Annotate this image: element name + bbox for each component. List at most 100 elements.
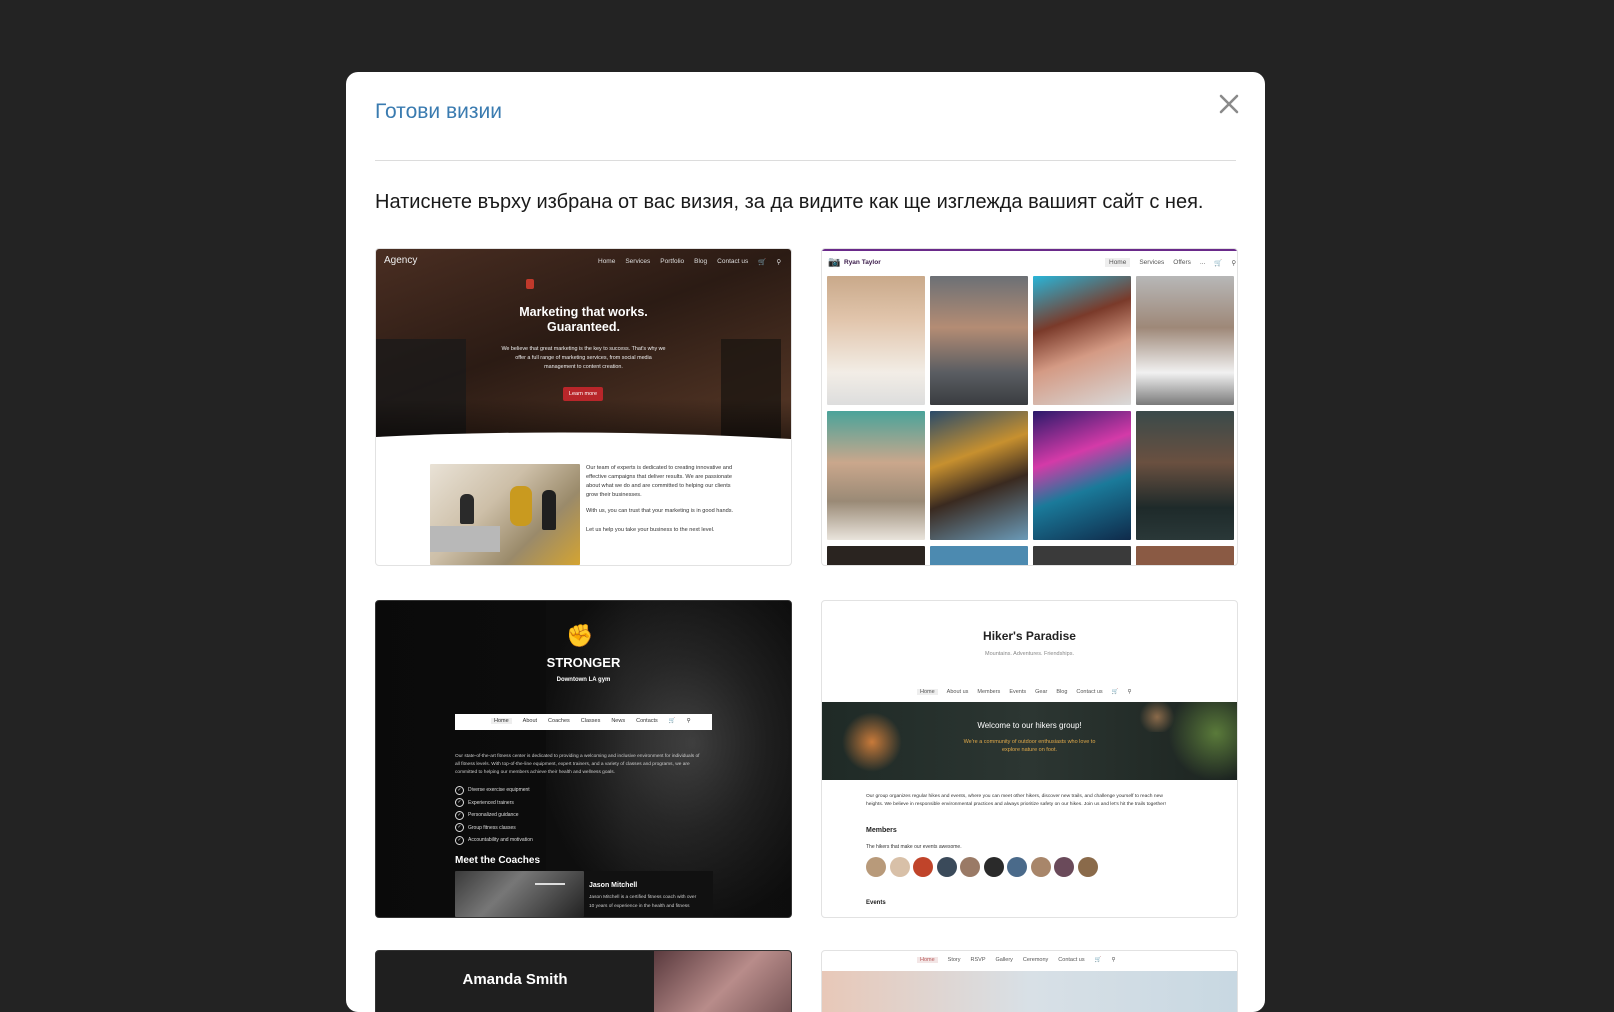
gallery-photo	[930, 411, 1028, 540]
singer-name: Amanda Smith	[462, 971, 568, 988]
agency-subtext-3: management to content creation.	[544, 364, 623, 370]
hikers-para-1: Our group organizes regular hikes and ev…	[866, 794, 1163, 799]
hikers-title: Hiker's Paradise	[983, 629, 1076, 643]
nav-item: Home	[491, 718, 512, 724]
gallery-photo	[1033, 546, 1131, 565]
nav-item: Gallery	[995, 957, 1013, 963]
nav-item: Portfolio	[660, 258, 685, 265]
avatar	[1030, 857, 1051, 877]
nav-item: Blog	[694, 258, 708, 265]
theme-card-hikers[interactable]: Hiker's Paradise Mountains. Adventures. …	[821, 600, 1238, 918]
photographer-nav: Home Services Offers ... 🛒 ⚲	[1105, 258, 1237, 267]
feature-label: Personalized guidance	[468, 812, 519, 819]
avatar	[866, 857, 886, 877]
feature-item: ✓ Diverse exercise equipment	[455, 784, 533, 797]
gallery-photo	[1033, 276, 1131, 405]
agency-nav: Home Services Portfolio Blog Contact us …	[598, 258, 781, 266]
nav-item: News	[611, 718, 626, 724]
flexing-arm-icon: ✊	[566, 623, 594, 648]
hikers-subtitle: Mountains. Adventures. Friendships.	[985, 651, 1074, 657]
gallery-photo	[1033, 411, 1131, 540]
nav-item: Ceremony	[1022, 957, 1049, 963]
avatar	[983, 857, 1004, 877]
theme-card-agency[interactable]: Agency Home Services Portfolio Blog Cont…	[375, 248, 792, 566]
agency-text-3: about what we do and are committed to he…	[586, 483, 731, 489]
nav-item: Events	[1009, 689, 1027, 695]
theme-card-gym[interactable]: ✊ STRONGER Downtown LA gym Home About Co…	[375, 600, 792, 918]
feature-item: ✓ Accountability and motivation	[455, 834, 533, 847]
nav-item: Contact us	[717, 258, 749, 265]
nav-item: Home	[1105, 258, 1131, 267]
title-divider	[375, 160, 1236, 161]
gym-intro-1: Our state-of-the-art fitness center is d…	[455, 754, 700, 759]
theme-card-photographer[interactable]: 📷 Ryan Taylor Home Services Offers ... 🛒…	[821, 248, 1238, 566]
hikers-banner-text-1: We're a community of outdoor enthusiasts…	[963, 739, 1096, 745]
gym-nav-bar: Home About Coaches Classes News Contacts…	[455, 714, 712, 730]
modal-title: Готови визии	[375, 100, 502, 123]
nav-item: Story	[947, 957, 961, 963]
nav-item: Services	[625, 258, 651, 265]
avatar	[960, 857, 980, 877]
members-avatars	[866, 857, 1098, 877]
gallery-photo	[827, 411, 925, 540]
agency-cta-button: Learn more	[563, 387, 603, 401]
agency-subtext-1: We believe that great marketing is the k…	[501, 346, 666, 352]
gallery-photo	[827, 546, 925, 565]
gallery-photo	[930, 276, 1028, 405]
nav-item: Home	[917, 957, 938, 963]
feature-label: Group fitness classes	[468, 824, 516, 831]
coach-bio-1: Jason Mitchell is a certified fitness co…	[589, 895, 697, 900]
hikers-nav: Home About us Members Events Gear Blog C…	[917, 689, 1132, 695]
gym-intro-3: committed to helping our members achieve…	[455, 770, 615, 775]
avatar	[1054, 857, 1074, 877]
agency-headline-1: Marketing that works.	[519, 305, 648, 319]
check-circle-icon: ✓	[455, 798, 464, 808]
gallery-photo	[1136, 546, 1234, 565]
avatar	[936, 857, 957, 877]
coach-photo	[455, 871, 584, 917]
avatar	[1077, 857, 1098, 877]
theme-card-singer[interactable]: Amanda Smith	[375, 950, 792, 1012]
members-text: The hikers that make our events awesome.	[866, 844, 962, 850]
coach-bio-2: 10 years of experience in the health and…	[589, 904, 690, 909]
photographer-name: Ryan Taylor	[844, 259, 881, 266]
nav-item: Offers	[1173, 259, 1191, 266]
gym-tagline: Downtown LA gym	[556, 677, 611, 683]
agency-headline-2: Guaranteed.	[547, 320, 620, 334]
cart-icon: 🛒	[668, 718, 676, 724]
agency-team-photo	[430, 464, 580, 565]
theme-card-wedding[interactable]: Home Story RSVP Gallery Ceremony Contact…	[821, 950, 1238, 1012]
nav-item: Contacts	[636, 718, 658, 724]
agency-logo: Agency	[384, 255, 418, 266]
feature-label: Diverse exercise equipment	[468, 787, 530, 794]
wedding-hero-image	[822, 971, 1237, 1012]
agency-text-5: With us, you can trust that your marketi…	[586, 508, 734, 514]
hikers-banner-text-2: explore nature on foot.	[1001, 747, 1058, 753]
nav-item: RSVP	[970, 957, 986, 963]
close-button[interactable]	[1211, 86, 1247, 122]
gym-coaches-title: Meet the Coaches	[455, 855, 541, 866]
nav-item: Coaches	[548, 718, 570, 724]
close-icon	[1219, 94, 1239, 114]
nav-item: Blog	[1056, 689, 1068, 695]
search-icon: ⚲	[776, 259, 782, 266]
search-icon: ⚲	[1231, 260, 1237, 267]
cart-icon: 🛒	[758, 259, 767, 266]
nav-item: Services	[1139, 259, 1165, 266]
gym-brand: STRONGER	[546, 655, 621, 670]
gallery-photo	[1136, 276, 1234, 405]
check-circle-icon: ✓	[455, 810, 464, 820]
avatar	[913, 857, 933, 877]
nav-item: Gear	[1035, 689, 1048, 695]
cart-icon: 🛒	[1214, 260, 1223, 267]
feature-item: ✓ Experienced trainers	[455, 797, 533, 810]
singer-hero-image	[654, 951, 791, 1012]
wedding-nav: Home Story RSVP Gallery Ceremony Contact…	[917, 957, 1115, 963]
feature-label: Accountability and motivation	[468, 837, 533, 844]
check-circle-icon: ✓	[455, 835, 464, 845]
cart-icon: 🛒	[1111, 689, 1119, 695]
nav-item: Contact us	[1076, 689, 1103, 695]
coach-name: Jason Mitchell	[589, 882, 638, 889]
search-icon: ⚲	[686, 718, 691, 724]
hikers-para-2: heights. We believe in responsible envir…	[866, 802, 1166, 807]
